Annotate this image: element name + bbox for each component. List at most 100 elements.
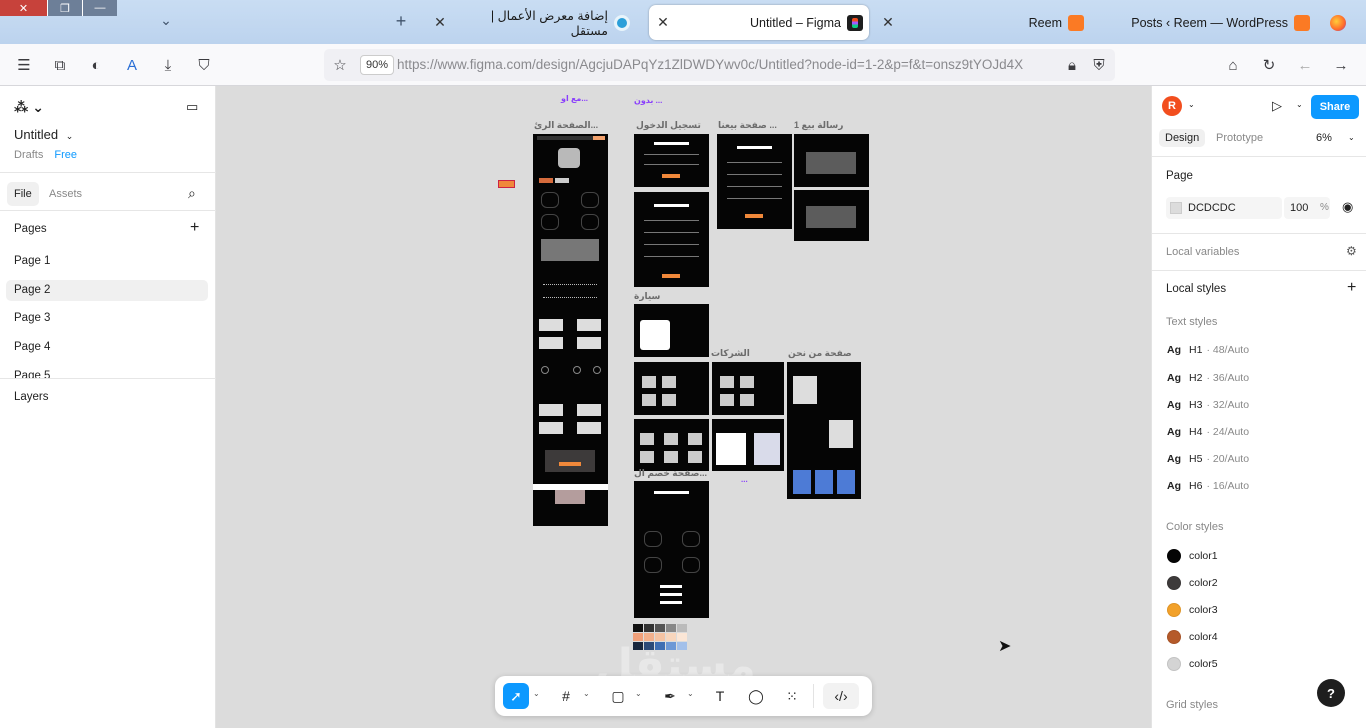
add-page-plus-icon[interactable]: + [190,219,199,237]
annotation-label[interactable]: بدون ... [634,96,662,105]
help-button[interactable]: ? [1317,679,1345,707]
text-style-h2[interactable]: Ag H2 · 36/Auto [1167,372,1249,384]
zoom-level[interactable]: 6% [1316,132,1332,144]
text-tool-icon[interactable]: T [707,683,733,709]
variables-settings-icon[interactable]: ⚙ [1346,244,1357,258]
frame-companies-4[interactable] [712,419,784,471]
color-style-3[interactable]: color3 [1167,603,1218,617]
tab-assets[interactable]: Assets [42,182,89,206]
page-opacity-field[interactable]: 100 % [1284,197,1330,219]
window-close-icon[interactable]: ✕ [0,0,47,16]
actions-tool-icon[interactable]: ⁙ [779,683,805,709]
color-style-4[interactable]: color4 [1167,630,1218,644]
frame-about-page[interactable] [787,362,861,499]
share-button[interactable]: Share [1311,95,1359,119]
tab-figma[interactable]: ✕ Untitled – Figma [649,5,869,40]
chevron-down-icon[interactable]: ⌄ [635,689,642,698]
tab-close-icon[interactable]: ✕ [430,14,450,31]
window-minimize-icon[interactable]: — [82,0,117,16]
local-variables-label[interactable]: Local variables [1166,246,1239,258]
extensions-puzzle-icon[interactable]: ⧉ [48,53,72,77]
bg-hex-value[interactable]: DCDCDC [1188,202,1236,214]
page-item-3[interactable]: Page 3 [6,308,208,329]
window-restore-icon[interactable]: ❐ [47,0,82,16]
tab-prototype[interactable]: Prototype [1216,132,1263,144]
figma-canvas[interactable]: مع او... بدون ... ... الصفحة الرئ... تسج… [216,86,1151,728]
tab-reem[interactable]: ✕ Reem [878,5,1090,40]
page-item-5[interactable]: Page 5 [6,366,208,378]
page-bg-color-field[interactable]: DCDCDC [1166,197,1282,219]
url-text[interactable]: https://www.figma.com/design/AgcjuDAPqYz… [397,57,1051,72]
file-name[interactable]: Untitled ⌄ [14,127,73,142]
downloads-icon[interactable]: ⤓ [156,53,180,77]
visibility-eye-icon[interactable]: ◉ [1342,199,1353,215]
frame-sell-message-2[interactable] [794,190,869,241]
opacity-value[interactable]: 100 [1290,202,1308,214]
reload-icon[interactable]: ↻ [1257,53,1281,77]
color-style-2[interactable]: color2 [1167,576,1218,590]
account-icon[interactable]: ◐ [84,53,108,77]
annotation-label[interactable]: مع او... [561,94,588,103]
frame-sell-page[interactable] [717,134,792,229]
frame-feature-page[interactable] [634,481,709,618]
shield-icon[interactable]: ⛨ [1087,53,1111,77]
bookmark-star-icon[interactable]: ☆ [328,53,352,77]
annotation-label[interactable]: ... [741,475,748,484]
back-arrow-icon[interactable]: → [1329,53,1353,77]
chevron-down-icon[interactable]: ⌄ [687,689,694,698]
chevron-down-icon[interactable]: ⌄ [1296,100,1303,109]
canvas-color-palette[interactable] [633,624,687,650]
frame-car-page[interactable] [634,304,709,357]
text-style-h4[interactable]: Ag H4 · 24/Auto [1167,426,1249,438]
zoom-level-badge[interactable]: 90% [360,55,395,75]
dev-mode-toggle-icon[interactable]: ‹/› [823,683,859,709]
tab-close-icon[interactable]: ✕ [653,14,673,31]
figma-main-menu-icon[interactable]: ⁂ ⌄ [14,99,44,116]
new-tab-plus-icon[interactable]: + [390,10,412,32]
address-bar[interactable]: ☆ 90% https://www.figma.com/design/Agcju… [324,49,1115,81]
page-item-2[interactable]: Page 2 [6,280,208,301]
frame-companies-2[interactable] [712,362,784,415]
move-tool-icon[interactable]: ➚ [503,683,529,709]
translate-icon[interactable]: A [120,53,144,77]
tab-mostaql[interactable]: ✕ إضافة معرض الأعمال | مستقل [430,5,636,40]
frame-register[interactable] [634,192,709,287]
pocket-icon[interactable]: ⛉ [192,53,216,77]
page-item-4[interactable]: Page 4 [6,337,208,358]
frame-companies-1[interactable] [634,362,709,415]
comment-tool-icon[interactable]: ◯ [743,683,769,709]
text-style-h3[interactable]: Ag H3 · 32/Auto [1167,399,1249,411]
chevron-down-icon[interactable]: ⌄ [583,689,590,698]
toggle-panel-icon[interactable]: ▭ [186,99,198,115]
pen-tool-icon[interactable]: ✒ [657,683,683,709]
frame-tool-icon[interactable]: # [553,683,579,709]
color-style-5[interactable]: color5 [1167,657,1218,671]
frame-sell-message-1[interactable] [794,134,869,187]
frame-companies-3[interactable] [634,419,709,471]
forward-arrow-icon[interactable]: ← [1293,53,1317,77]
present-play-icon[interactable]: ▷ [1272,98,1282,114]
add-style-plus-icon[interactable]: + [1347,279,1356,297]
tab-list-chevron-icon[interactable]: ⌄ [155,12,177,34]
menu-hamburger-icon[interactable]: ☰ [12,53,36,77]
lock-icon[interactable]: 🔒︎ [1060,53,1084,77]
rectangle-tool-icon[interactable]: ▢ [605,683,631,709]
frame-home-page[interactable] [533,134,608,526]
tab-design[interactable]: Design [1159,129,1206,147]
small-component-tag[interactable] [498,180,515,188]
frame-login[interactable] [634,134,709,187]
text-style-h1[interactable]: Ag H1 · 48/Auto [1167,344,1249,356]
color-swatch[interactable] [1170,202,1182,214]
chevron-down-icon[interactable]: ⌄ [1348,133,1355,142]
tab-wordpress-posts[interactable]: Posts ‹ Reem — WordPress [1100,5,1316,40]
tab-close-icon[interactable]: ✕ [878,14,898,31]
tab-file[interactable]: File [7,182,39,206]
text-style-h5[interactable]: Ag H5 · 20/Auto [1167,453,1249,465]
chevron-down-icon[interactable]: ⌄ [533,689,540,698]
color-style-1[interactable]: color1 [1167,549,1218,563]
home-icon[interactable]: ⌂ [1221,53,1245,77]
search-icon[interactable]: ⌕ [188,185,196,202]
chevron-down-icon[interactable]: ⌄ [1188,100,1195,109]
firefox-view-button[interactable] [1324,5,1354,40]
text-style-h6[interactable]: Ag H6 · 16/Auto [1167,480,1249,492]
